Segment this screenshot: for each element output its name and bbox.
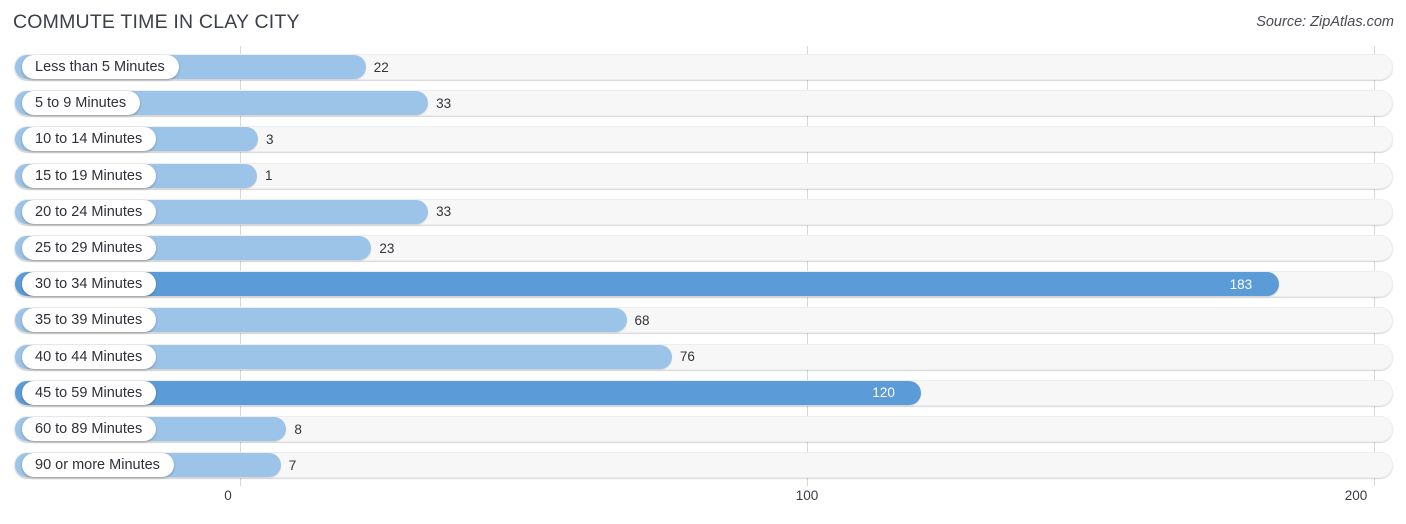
bar-value-label: 1 xyxy=(265,168,273,184)
bar-value-label: 33 xyxy=(436,95,452,111)
x-tick-label: 0 xyxy=(224,488,232,503)
source-attribution: Source: ZipAtlas.com xyxy=(1256,14,1394,30)
category-label: 20 to 24 Minutes xyxy=(22,199,157,224)
bar-row[interactable]: 20 to 24 Minutes 33 xyxy=(14,198,1393,225)
bar-row[interactable]: 40 to 44 Minutes 76 xyxy=(14,343,1393,370)
bar-value-label: 183 xyxy=(1229,276,1253,292)
bar[interactable] xyxy=(15,272,1279,297)
bar-value-label: 7 xyxy=(288,457,297,473)
category-label: 45 to 59 Minutes xyxy=(22,380,157,405)
category-label: 35 to 39 Minutes xyxy=(22,308,157,333)
bar-row[interactable]: 30 to 34 Minutes 183 xyxy=(14,271,1393,298)
category-label: Less than 5 Minutes xyxy=(22,55,179,79)
bar-row[interactable]: 35 to 39 Minutes 68 xyxy=(14,307,1393,334)
bar-row[interactable]: Less than 5 Minutes 22 xyxy=(14,54,1393,80)
bar-row[interactable]: 25 to 29 Minutes 23 xyxy=(14,235,1393,261)
category-label: 30 to 34 Minutes xyxy=(22,272,157,297)
category-label: 25 to 29 Minutes xyxy=(22,236,157,260)
x-tick-label: 100 xyxy=(795,488,819,503)
category-label: 90 or more Minutes xyxy=(22,453,174,478)
bar-row[interactable]: 90 or more Minutes 7 xyxy=(14,452,1393,479)
bar-value-label: 33 xyxy=(436,204,452,220)
category-label: 5 to 9 Minutes xyxy=(22,91,141,116)
chart-header: COMMUTE TIME IN CLAY CITY Source: ZipAtl… xyxy=(0,0,1406,46)
bar-rows: Less than 5 Minutes 22 5 to 9 Minutes 33 10 … xyxy=(0,46,1406,486)
bar-value-label: 76 xyxy=(679,349,695,365)
bar-value-label: 8 xyxy=(294,421,302,437)
category-label: 15 to 19 Minutes xyxy=(22,163,157,188)
category-label: 10 to 14 Minutes xyxy=(22,127,157,152)
category-label: 60 to 89 Minutes xyxy=(22,417,157,441)
bar-value-label: 68 xyxy=(634,312,650,328)
chart-plot-area: Less than 5 Minutes 22 5 to 9 Minutes 33 10 … xyxy=(0,46,1406,486)
bar-row[interactable]: 45 to 59 Minutes 120 xyxy=(14,379,1393,406)
bar-row[interactable]: 10 to 14 Minutes 3 xyxy=(14,126,1393,153)
x-tick-label: 200 xyxy=(1344,488,1368,503)
bar-value-label: 120 xyxy=(872,385,895,401)
bar-value-label: 3 xyxy=(266,131,274,147)
bar-value-label: 23 xyxy=(379,240,395,256)
bar-row[interactable]: 60 to 89 Minutes 8 xyxy=(14,416,1393,442)
x-axis: 0 100 200 xyxy=(0,486,1406,524)
page-title: COMMUTE TIME IN CLAY CITY xyxy=(13,11,300,33)
bar-value-label: 22 xyxy=(373,59,389,75)
category-label: 40 to 44 Minutes xyxy=(22,344,157,369)
bar-row[interactable]: 15 to 19 Minutes 1 xyxy=(14,162,1393,189)
bar-row[interactable]: 5 to 9 Minutes 33 xyxy=(14,90,1393,117)
